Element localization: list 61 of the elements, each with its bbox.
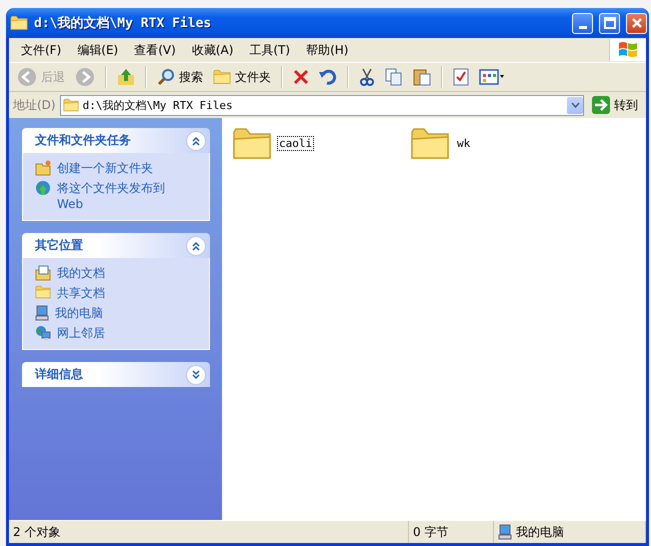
- folder-icon: [232, 126, 272, 160]
- panel-title: 详细信息: [35, 366, 84, 383]
- delete-icon: [293, 69, 309, 85]
- folder-icon: [410, 126, 450, 160]
- properties-icon: [453, 68, 469, 86]
- menu-item[interactable]: 帮助(H): [300, 42, 358, 58]
- undo-icon: [319, 69, 337, 85]
- folder-icon: [35, 285, 51, 299]
- zone-text: 我的电脑: [494, 521, 646, 543]
- folders-button[interactable]: 文件夹: [209, 66, 275, 88]
- menu-item[interactable]: 编辑(E): [71, 42, 128, 58]
- views-icon: [479, 69, 505, 85]
- network-icon: [35, 325, 51, 341]
- flag-logo-icon: [617, 41, 639, 59]
- chevron-icon: [191, 136, 201, 146]
- close-button[interactable]: [626, 12, 647, 34]
- search-icon: [157, 68, 175, 86]
- task-link[interactable]: 我的电脑: [35, 305, 201, 321]
- task-link[interactable]: 将这个文件夹发布到 Web: [35, 180, 201, 212]
- globe-icon: [35, 180, 51, 196]
- task-link[interactable]: 我的文档: [35, 265, 201, 281]
- panel-title: 其它位置: [35, 237, 84, 254]
- size-text: 0 字节: [409, 521, 494, 543]
- documents-icon: [35, 265, 51, 281]
- folder-icon: [213, 69, 231, 85]
- maximize-icon: [604, 17, 616, 29]
- window-title: d:\我的文档\My RTX Files: [34, 14, 212, 32]
- new-folder-icon: [35, 160, 51, 176]
- collapse-button[interactable]: [186, 236, 206, 256]
- menu-item[interactable]: 收藏(A): [186, 42, 244, 58]
- close-icon: [630, 17, 642, 29]
- scissors-icon: [359, 68, 375, 86]
- copy-icon: [385, 68, 403, 86]
- folder-name[interactable]: caoli: [278, 136, 314, 150]
- menu-item[interactable]: 查看(V): [128, 42, 186, 58]
- folder-name[interactable]: wk: [456, 136, 472, 150]
- minimize-icon: [578, 26, 586, 28]
- chevron-icon: [191, 240, 201, 250]
- menu-item[interactable]: 工具(T): [243, 42, 300, 58]
- task-link[interactable]: 网上邻居: [35, 325, 201, 341]
- computer-icon: [35, 305, 49, 321]
- chevron-icon: [191, 370, 201, 380]
- task-link[interactable]: 创建一个新文件夹: [35, 160, 201, 176]
- address-label: 地址(D): [13, 96, 56, 114]
- maximize-button[interactable]: [599, 12, 620, 34]
- go-button[interactable]: 转到: [588, 96, 642, 114]
- address-field[interactable]: d:\我的文档\My RTX Files: [60, 94, 584, 116]
- collapse-button[interactable]: [186, 130, 206, 150]
- panel-title: 文件和文件夹任务: [35, 132, 132, 149]
- object-count: 2 个对象: [9, 521, 409, 543]
- folder-icon: [62, 98, 79, 112]
- menu-item[interactable]: 文件(F): [15, 42, 72, 58]
- minimize-button[interactable]: [572, 12, 593, 34]
- collapse-button[interactable]: [186, 364, 206, 384]
- paste-icon: [413, 68, 431, 86]
- folder-up-icon: [117, 68, 135, 86]
- computer-icon: [498, 524, 512, 540]
- folder-icon: [10, 15, 28, 31]
- search-button[interactable]: 搜索: [153, 66, 207, 88]
- arrow-icon: [592, 96, 610, 114]
- task-link[interactable]: 共享文档: [35, 285, 201, 301]
